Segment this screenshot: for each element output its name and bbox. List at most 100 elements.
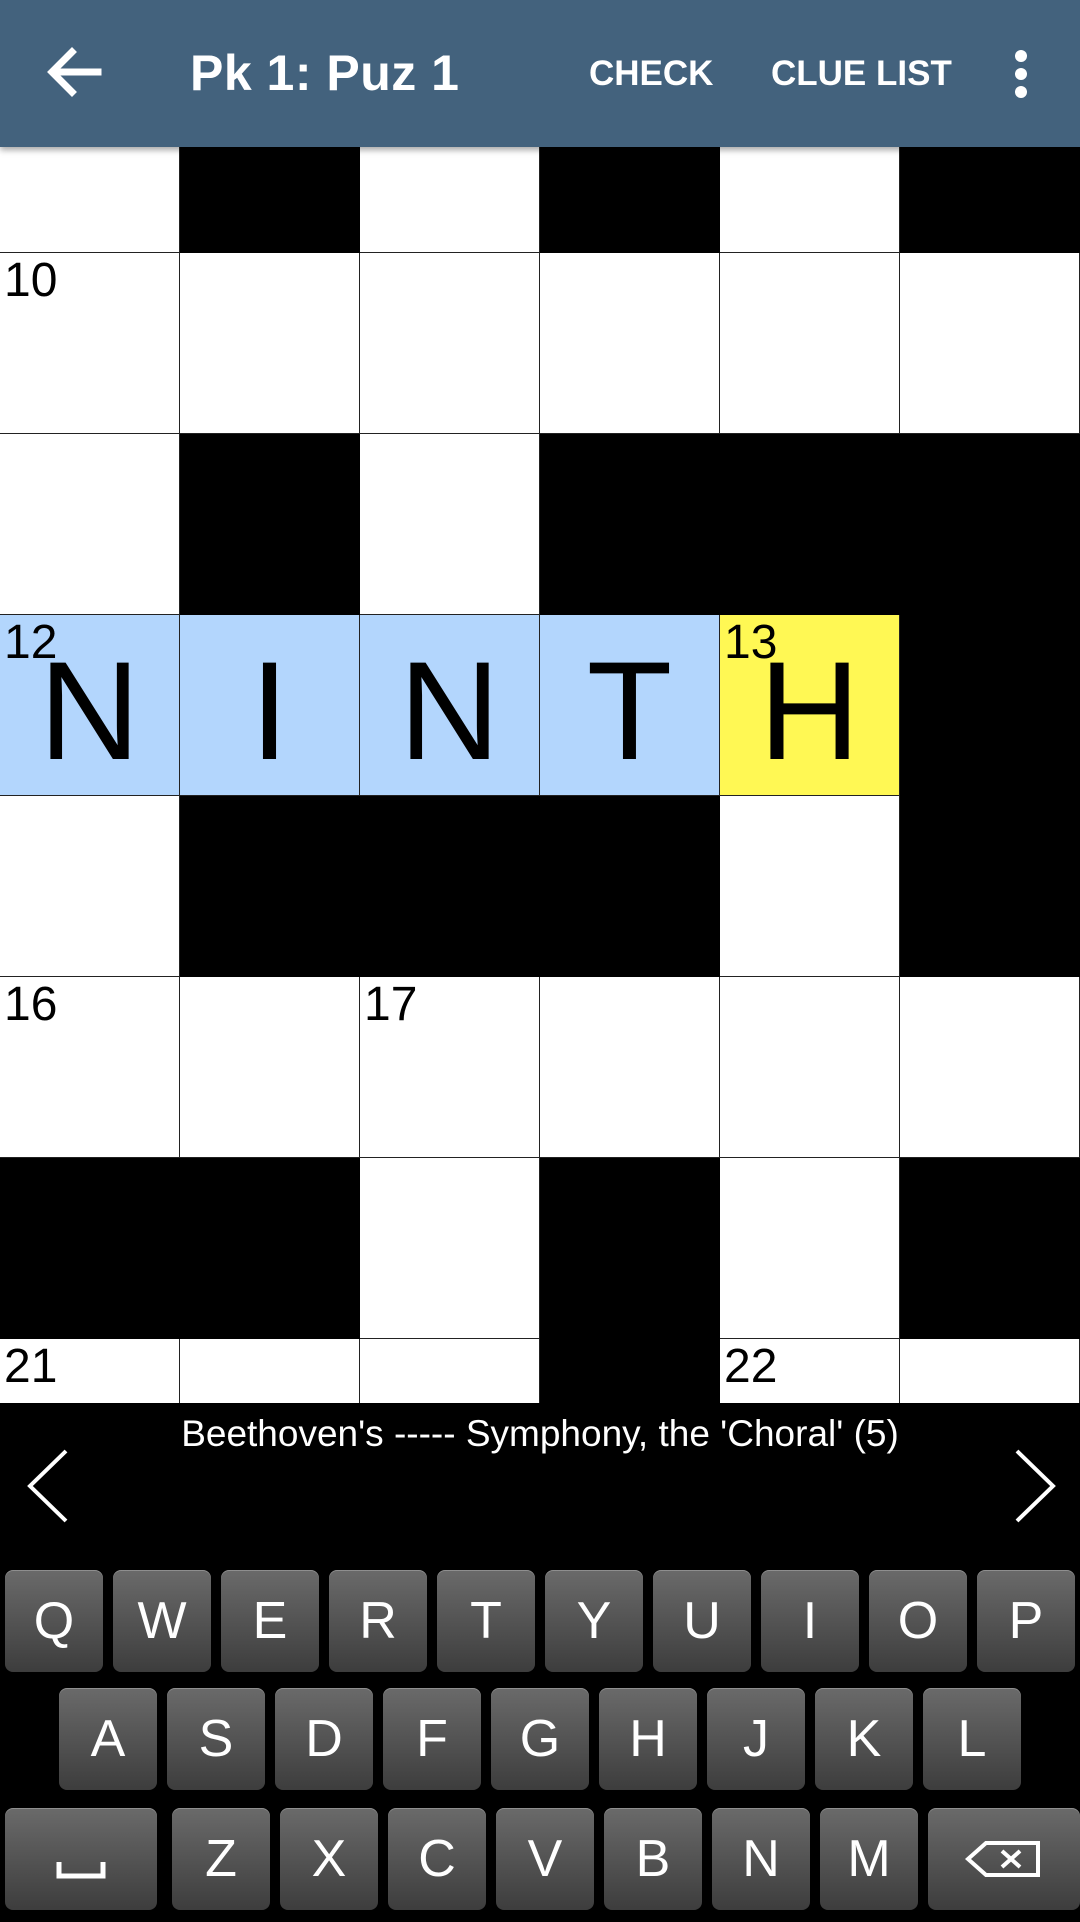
grid-cell[interactable]: 22 <box>720 1339 900 1403</box>
previous-clue-button[interactable] <box>20 1441 80 1531</box>
cell-letter: N <box>398 632 501 789</box>
key-c[interactable]: C <box>388 1808 486 1910</box>
grid-cell[interactable] <box>720 253 900 434</box>
grid-block <box>180 1158 360 1339</box>
grid-cell[interactable]: 21 <box>0 1339 180 1403</box>
key-b[interactable]: B <box>604 1808 702 1910</box>
key-i[interactable]: I <box>761 1570 859 1672</box>
grid-cell[interactable]: 17 <box>360 977 540 1158</box>
grid-block <box>540 1339 720 1403</box>
grid-block <box>540 434 720 615</box>
key-e[interactable]: E <box>221 1570 319 1672</box>
key-q[interactable]: Q <box>5 1570 103 1672</box>
overflow-menu-button[interactable] <box>1000 42 1044 106</box>
key-x[interactable]: X <box>280 1808 378 1910</box>
cell-letter: H <box>758 632 861 789</box>
space-key[interactable] <box>5 1808 157 1910</box>
grid-cell[interactable]: T <box>540 615 720 796</box>
grid-cell[interactable] <box>180 1339 360 1403</box>
key-r[interactable]: R <box>329 1570 427 1672</box>
grid-cell[interactable]: I <box>180 615 360 796</box>
grid-block <box>900 796 1080 977</box>
cell-number: 22 <box>724 1340 778 1393</box>
space-icon <box>56 1862 106 1879</box>
cell-number: 10 <box>4 254 58 307</box>
key-l[interactable]: L <box>923 1688 1021 1790</box>
grid-cell[interactable] <box>720 796 900 977</box>
app-bar: Pk 1: Puz 1 CHECK CLUE LIST <box>0 0 1080 147</box>
grid-cell[interactable] <box>720 977 900 1158</box>
key-f[interactable]: F <box>383 1688 481 1790</box>
next-clue-button[interactable] <box>1003 1441 1063 1531</box>
check-button[interactable]: CHECK <box>589 54 713 94</box>
key-s[interactable]: S <box>167 1688 265 1790</box>
back-button[interactable] <box>38 36 110 108</box>
grid-cell[interactable] <box>360 434 540 615</box>
key-a[interactable]: A <box>59 1688 157 1790</box>
grid-cell[interactable] <box>180 977 360 1158</box>
grid-block <box>180 434 360 615</box>
key-h[interactable]: H <box>599 1688 697 1790</box>
cell-number: 16 <box>4 978 58 1031</box>
key-g[interactable]: G <box>491 1688 589 1790</box>
grid-cell[interactable] <box>360 147 540 253</box>
grid-cell[interactable] <box>0 434 180 615</box>
grid-block <box>900 1158 1080 1339</box>
backspace-key[interactable] <box>928 1808 1080 1910</box>
on-screen-keyboard: QWERTYUIOP ASDFGHJKL ZXCVBNM <box>0 1560 1080 1920</box>
page-title: Pk 1: Puz 1 <box>190 45 460 101</box>
key-u[interactable]: U <box>653 1570 751 1672</box>
clue-bar: Beethoven's ----- Symphony, the 'Choral'… <box>0 1403 1080 1560</box>
grid-cell[interactable] <box>180 253 360 434</box>
grid-cell[interactable] <box>0 147 180 253</box>
grid-block <box>900 615 1080 796</box>
grid-cell[interactable] <box>0 796 180 977</box>
grid-block <box>900 434 1080 615</box>
chevron-left-icon <box>27 1449 68 1523</box>
key-n[interactable]: N <box>712 1808 810 1910</box>
grid-block <box>900 147 1080 253</box>
grid-cell[interactable] <box>360 1158 540 1339</box>
key-t[interactable]: T <box>437 1570 535 1672</box>
grid-cell[interactable]: 12 N <box>0 615 180 796</box>
grid-cell[interactable] <box>900 1339 1080 1403</box>
grid-block <box>540 1158 720 1339</box>
key-m[interactable]: M <box>820 1808 918 1910</box>
key-w[interactable]: W <box>113 1570 211 1672</box>
grid-block <box>360 796 540 977</box>
grid-cell[interactable] <box>720 1158 900 1339</box>
grid-block <box>540 796 720 977</box>
grid-cell[interactable]: 13 H <box>720 615 900 796</box>
cell-letter: N <box>38 632 141 789</box>
cell-letter: I <box>250 632 289 789</box>
grid-cell[interactable] <box>900 977 1080 1158</box>
grid-block <box>0 1158 180 1339</box>
key-p[interactable]: P <box>977 1570 1075 1672</box>
grid-cell[interactable]: N <box>360 615 540 796</box>
grid-cell[interactable] <box>900 253 1080 434</box>
grid-cell[interactable] <box>360 253 540 434</box>
key-z[interactable]: Z <box>172 1808 270 1910</box>
key-o[interactable]: O <box>869 1570 967 1672</box>
grid-block <box>720 434 900 615</box>
grid-cell[interactable] <box>540 253 720 434</box>
key-k[interactable]: K <box>815 1688 913 1790</box>
grid-cell[interactable] <box>720 147 900 253</box>
current-clue: Beethoven's ----- Symphony, the 'Choral'… <box>181 1413 899 1454</box>
cell-number: 17 <box>364 978 418 1031</box>
key-j[interactable]: J <box>707 1688 805 1790</box>
cell-number: 21 <box>4 1340 58 1393</box>
cell-letter: T <box>586 632 673 789</box>
clue-list-button[interactable]: CLUE LIST <box>771 54 952 94</box>
grid-cell[interactable]: 10 <box>0 253 180 434</box>
grid-cell[interactable] <box>360 1339 540 1403</box>
grid-cell[interactable] <box>540 977 720 1158</box>
grid-cell[interactable]: 16 <box>0 977 180 1158</box>
chevron-right-icon <box>1015 1449 1056 1523</box>
key-v[interactable]: V <box>496 1808 594 1910</box>
grid-block <box>180 796 360 977</box>
grid-block <box>540 147 720 253</box>
key-d[interactable]: D <box>275 1688 373 1790</box>
crossword-grid: 10 12 N I N T 13 H 16 17 21 22 <box>0 147 1080 1403</box>
key-y[interactable]: Y <box>545 1570 643 1672</box>
